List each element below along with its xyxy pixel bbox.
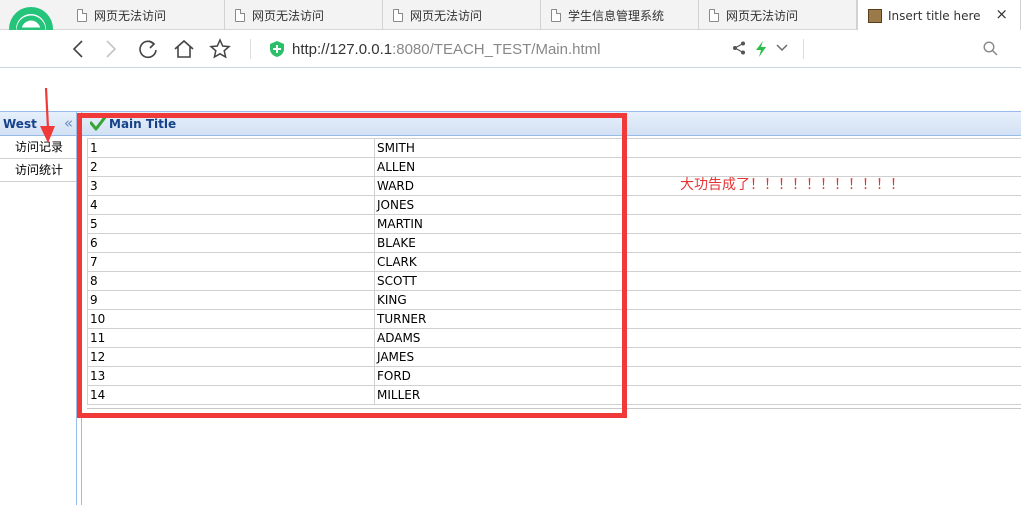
star-icon [209,38,231,59]
tab-2[interactable]: 网页无法访问 [225,0,383,30]
tab-label: 网页无法访问 [410,8,483,23]
tab-label: 学生信息管理系统 [568,8,665,23]
tab-3[interactable]: 网页无法访问 [383,0,541,30]
tab-bar: 网页无法访问 网页无法访问 网页无法访问 学生信息管理系统 网页无法访问 Ins… [0,0,1021,31]
cell-empty [623,310,1021,328]
cell-empty [623,253,1021,271]
document-icon [393,8,403,22]
toolbar-separator [803,39,804,59]
cell-empty [623,348,1021,366]
page-favicon-icon [868,8,882,23]
forward-icon [106,40,117,58]
browser-toolbar: http://127.0.0.1:8080/TEACH_TEST/Main.ht… [0,30,1021,68]
document-icon [77,8,87,22]
cell-empty [623,234,1021,252]
cell-empty [623,215,1021,233]
home-button[interactable] [172,38,196,60]
cell-empty [623,272,1021,290]
forward-button[interactable] [99,38,123,60]
cell-empty [623,386,1021,404]
tab-label: Insert title here [888,8,981,23]
tab-label: 网页无法访问 [94,8,167,23]
arrow-down-icon [40,88,55,143]
highlight-box [77,113,627,418]
success-message: 大功告成了！！！！！！！！！！！ [680,177,904,193]
back-button[interactable] [66,38,90,60]
url-path: :8080/TEACH_TEST/Main.html [392,40,601,58]
close-icon[interactable]: × [995,6,1008,22]
document-icon [709,8,719,22]
cell-empty [623,367,1021,385]
bolt-icon[interactable] [755,41,767,57]
cell-empty [623,139,1021,157]
tab-4[interactable]: 学生信息管理系统 [541,0,699,30]
tab-label: 网页无法访问 [726,8,799,23]
cell-empty [623,291,1021,309]
tab-active[interactable]: Insert title here × [857,0,1021,31]
tab-5[interactable]: 网页无法访问 [699,0,857,30]
tab-1[interactable]: 网页无法访问 [67,0,225,30]
refresh-button[interactable] [136,38,160,60]
url-host: http://127.0.0.1 [292,40,393,58]
collapse-icon[interactable]: « [64,114,73,132]
address-bar[interactable]: http://127.0.0.1:8080/TEACH_TEST/Main.ht… [270,39,600,59]
refresh-icon [139,40,157,59]
bookmark-button[interactable] [208,38,232,60]
home-icon [174,39,194,58]
document-icon [551,8,561,22]
shield-icon [270,41,284,57]
search-icon[interactable] [983,41,998,56]
share-icon[interactable] [732,41,746,55]
toolbar-separator [250,39,251,59]
cell-empty [623,329,1021,347]
cell-empty [623,196,1021,214]
west-panel-title: West [3,117,37,131]
west-item-visit-stats[interactable]: 访问统计 [0,159,76,182]
document-icon [235,8,245,22]
url-text[interactable]: http://127.0.0.1:8080/TEACH_TEST/Main.ht… [292,41,600,58]
chevron-down-icon[interactable] [776,44,788,52]
back-icon [72,40,83,58]
tab-label: 网页无法访问 [252,8,325,23]
west-panel: West « 访问记录 访问统计 [0,112,77,505]
